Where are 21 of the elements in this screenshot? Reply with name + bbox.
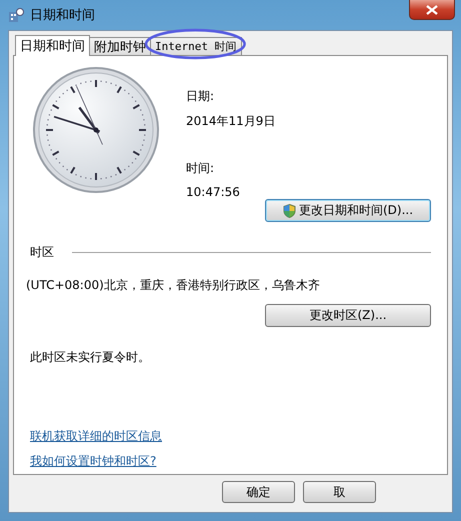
dialog-button[interactable]: 确定 <box>222 481 295 503</box>
timezone-heading: 时区 <box>30 244 54 261</box>
close-button[interactable] <box>409 0 455 20</box>
time-value: 10:47:56 <box>186 185 241 199</box>
analog-clock-icon <box>32 66 160 194</box>
tab[interactable]: 日期和时间 <box>15 35 90 56</box>
change-timezone-button[interactable]: 更改时区(Z)... <box>265 304 431 327</box>
change-date-time-button[interactable]: 更改日期和时间(D)... <box>265 199 431 222</box>
tab[interactable]: Internet 时间 <box>150 37 242 55</box>
date-value: 2014年11月9日 <box>186 113 276 130</box>
help-link[interactable]: 我如何设置时钟和时区? <box>30 453 156 470</box>
timezone-value: (UTC+08:00)北京，重庆，香港特别行政区，乌鲁木齐 <box>26 277 321 294</box>
window-title: 日期和时间 <box>30 7 96 24</box>
time-label: 时间: <box>186 160 216 177</box>
date-label: 日期: <box>186 88 216 105</box>
dialog-button[interactable]: 取 <box>303 481 376 503</box>
help-link[interactable]: 联机获取详细的时区信息 <box>30 428 162 445</box>
clock-window-icon <box>8 7 24 23</box>
close-icon <box>426 4 438 14</box>
dst-note: 此时区未实行夏令时。 <box>30 349 151 366</box>
tab[interactable]: 附加时钟 <box>89 37 151 55</box>
